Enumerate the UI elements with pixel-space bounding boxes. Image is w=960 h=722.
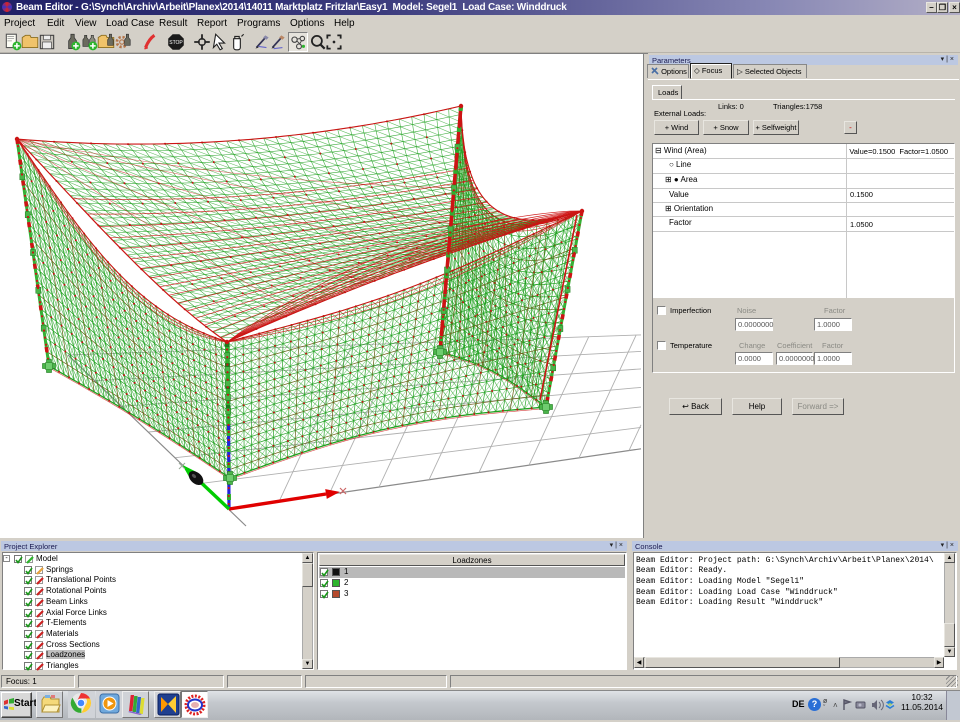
svg-text:STOP: STOP [169,40,183,46]
